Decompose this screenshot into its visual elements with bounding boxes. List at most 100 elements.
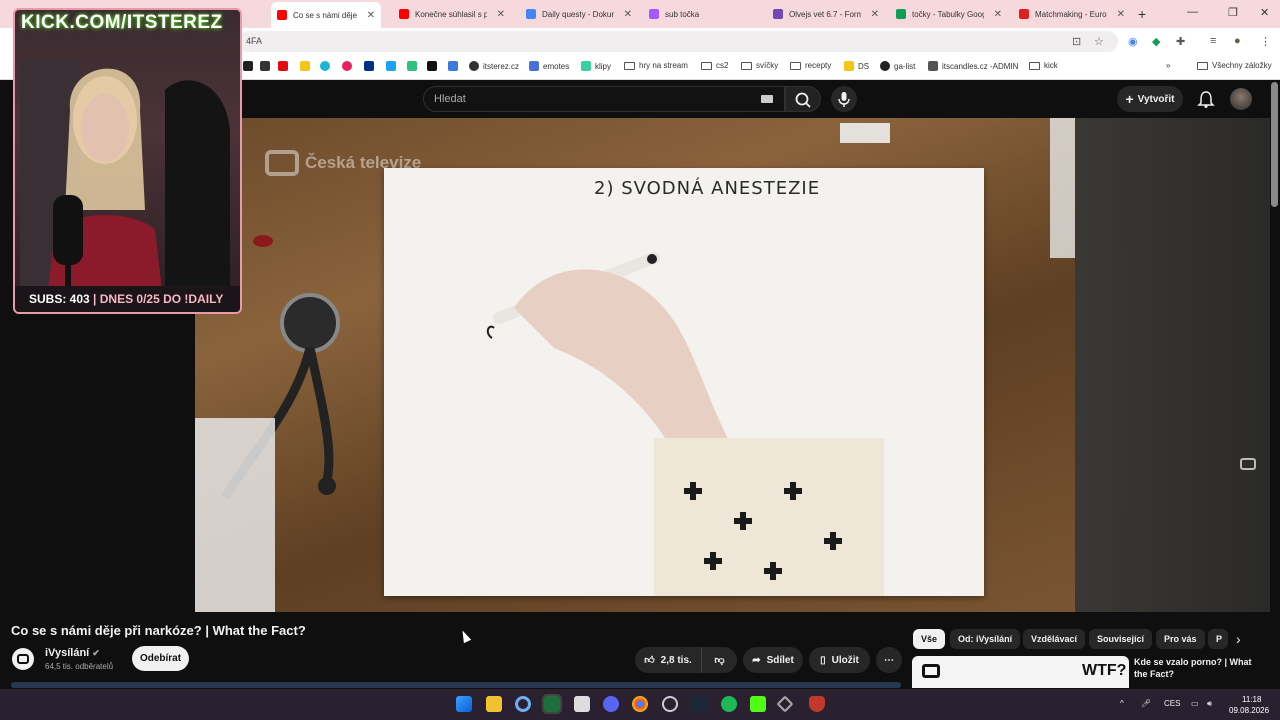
bookmark-itscandles[interactable]: itscandles.cz -ADMIN <box>928 61 1018 71</box>
chrome-icon[interactable] <box>632 696 648 712</box>
close-tab-icon[interactable]: ✕ <box>871 9 879 20</box>
media-controls-icon[interactable]: ≡ <box>1210 35 1216 47</box>
tab[interactable]: Daily questy - Dokum ✕ <box>520 4 638 24</box>
chip-partial[interactable]: P <box>1208 629 1228 649</box>
netflix-bookmark-icon[interactable] <box>278 61 288 71</box>
minimize-icon[interactable]: — <box>1187 6 1198 18</box>
bookmark-icon-only[interactable] <box>342 61 352 71</box>
bookmark-emotes[interactable]: emotes <box>529 61 569 71</box>
bookmark-icon-only[interactable] <box>260 61 270 71</box>
tab[interactable]: točky - Tabulky Goog ✕ <box>890 4 1008 24</box>
save-label: Uložit <box>831 654 859 666</box>
terminal-icon[interactable] <box>542 694 562 714</box>
all-bookmarks[interactable]: Všechny záložky <box>1197 61 1272 70</box>
tab-active[interactable]: Co se s námi děje ✕ <box>271 2 381 28</box>
channel-avatar[interactable] <box>12 648 34 670</box>
chip-for-you[interactable]: Pro vás <box>1156 629 1205 649</box>
volume-icon[interactable]: 🔊︎ <box>1207 699 1212 709</box>
keyboard-icon[interactable] <box>761 95 773 103</box>
address-bar[interactable]: 4FA <box>238 31 1118 52</box>
bookmark-icon-only[interactable] <box>300 61 310 71</box>
bookmark-icon-only[interactable] <box>407 61 417 71</box>
tab[interactable]: Matchmaking - Europ ✕ <box>1013 4 1131 24</box>
ct-channel-bug-icon <box>1240 458 1256 470</box>
bookmark-icon-only[interactable] <box>243 61 253 71</box>
game-app-icon[interactable] <box>574 696 590 712</box>
star-icon[interactable]: ☆ <box>1094 35 1104 48</box>
bookmark-folder-recepty[interactable]: recepty <box>790 61 831 70</box>
like-button[interactable]: 👍︎ 2,8 tis. <box>635 647 701 673</box>
notifications-bell-icon[interactable] <box>1197 90 1215 108</box>
create-button[interactable]: + Vytvořit <box>1117 86 1183 112</box>
video-frame[interactable]: Česká televize 2) SVODNÁ ANESTEZIE <box>195 118 1075 612</box>
input-language[interactable]: CES <box>1164 699 1180 708</box>
search-button[interactable] <box>785 86 821 112</box>
chip-all[interactable]: Vše <box>913 629 946 649</box>
dislike-button[interactable]: 👎︎ <box>701 647 737 673</box>
bookmark-icon-only[interactable] <box>448 61 458 71</box>
app-triangle-icon[interactable] <box>776 695 794 713</box>
subscribe-button[interactable]: Odebírat <box>132 646 189 671</box>
microphone-tray-icon[interactable]: 🎤︎ <box>1141 699 1151 708</box>
file-explorer-icon[interactable] <box>486 696 502 712</box>
close-window-icon[interactable]: ✕ <box>1260 6 1269 19</box>
close-tab-icon[interactable]: ✕ <box>1117 9 1125 20</box>
bookmark-icon-only[interactable] <box>427 61 437 71</box>
close-tab-icon[interactable]: ✕ <box>367 10 375 21</box>
clock-time[interactable]: 11:18 <box>1242 695 1261 704</box>
extension-badge-icon[interactable]: ◆ <box>1152 35 1160 48</box>
thumbs-up-icon: 👍︎ <box>644 655 655 666</box>
tab-label: Konečne súhlasil s prv <box>415 9 487 19</box>
close-tab-icon[interactable]: ✕ <box>994 9 1002 20</box>
chip-related[interactable]: Související <box>1089 629 1153 649</box>
discord-icon[interactable] <box>603 696 619 712</box>
windows-start-icon[interactable] <box>456 696 472 712</box>
shield-app-icon[interactable] <box>809 696 825 712</box>
account-avatar[interactable] <box>1230 88 1252 110</box>
tab[interactable]: Olvejs vet 6.7 - Form ✕ <box>767 4 885 24</box>
page-scrollbar[interactable] <box>1271 82 1278 207</box>
share-button[interactable]: ➦ Sdílet <box>743 647 803 673</box>
bookmark-folder-cs2[interactable]: cs2 <box>701 61 728 70</box>
bookmark-folder-kick[interactable]: kick <box>1029 61 1058 70</box>
steam-icon[interactable] <box>691 696 707 712</box>
chip-educational[interactable]: Vzdělávací <box>1023 629 1086 649</box>
menu-kebab-icon[interactable]: ⋮ <box>1260 35 1271 48</box>
extension-signal-icon[interactable]: ◉ <box>1128 35 1138 48</box>
more-actions-button[interactable]: ⋯ <box>876 647 902 673</box>
bookmark-folder-svicky[interactable]: svíčky <box>741 61 778 70</box>
bookmarks-overflow-icon[interactable]: » <box>1166 61 1170 70</box>
bookmark-ga-list[interactable]: ga-list <box>880 61 915 71</box>
bookmark-icon-only[interactable] <box>320 61 330 71</box>
ccleaner-icon[interactable] <box>515 696 531 712</box>
tab[interactable]: sub točka <box>643 4 761 24</box>
bookmark-itsterez[interactable]: itsterez.cz <box>469 61 519 71</box>
recommended-video-thumbnail[interactable]: WTF? <box>912 656 1129 688</box>
chevron-right-icon[interactable]: › <box>1236 631 1241 647</box>
save-button[interactable]: ▯ Uložit <box>809 647 870 673</box>
bookmark-icon-only[interactable] <box>386 61 396 71</box>
kick-icon[interactable] <box>750 696 766 712</box>
recommended-video-title[interactable]: Kde se vzalo porno? | What the Fact? <box>1134 656 1264 680</box>
close-tab-icon[interactable]: ✕ <box>497 9 505 20</box>
clock-date[interactable]: 09.08.2026 <box>1229 706 1269 715</box>
extensions-puzzle-icon[interactable]: ✚ <box>1176 35 1185 48</box>
bookmark-ds[interactable]: DS <box>844 61 869 71</box>
spotify-icon[interactable] <box>721 696 737 712</box>
bookmark-klipy[interactable]: klipy <box>581 61 611 71</box>
restore-icon[interactable]: ❐ <box>1228 6 1238 19</box>
tab[interactable]: Konečne súhlasil s prv ✕ <box>393 4 511 24</box>
paypal-bookmark-icon[interactable] <box>364 61 374 71</box>
search-input[interactable]: Hledat <box>423 86 785 112</box>
tray-overflow-icon[interactable]: ^ <box>1120 699 1124 708</box>
chip-from-channel[interactable]: Od: iVysílání <box>950 629 1021 649</box>
voice-search-button[interactable] <box>831 86 857 112</box>
bookmark-folder-hry[interactable]: hry na stream <box>624 61 688 70</box>
close-tab-icon[interactable]: ✕ <box>624 9 632 20</box>
obs-icon[interactable] <box>662 696 678 712</box>
network-icon[interactable]: ▭ <box>1191 699 1199 708</box>
install-icon[interactable]: ⊡ <box>1072 35 1081 48</box>
new-tab-icon[interactable]: + <box>1138 6 1146 22</box>
channel-name[interactable]: iVysílání ✔ <box>45 647 100 659</box>
profile-avatar-icon[interactable]: ● <box>1234 35 1241 47</box>
